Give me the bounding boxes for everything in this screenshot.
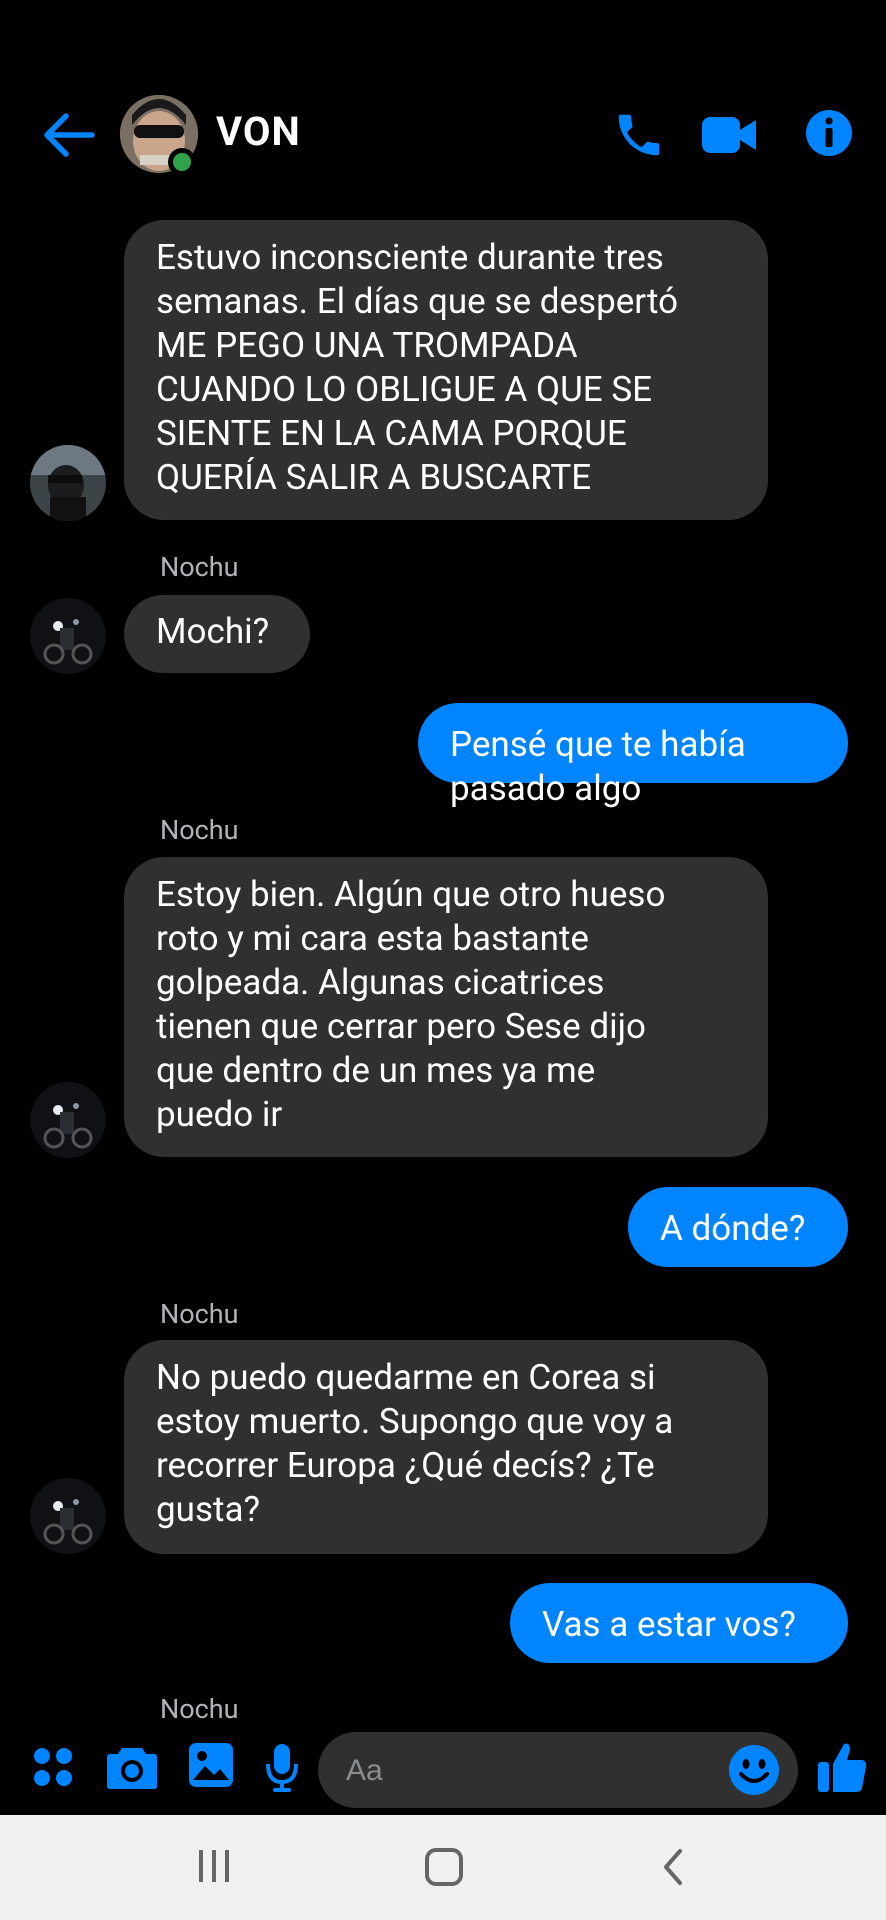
sender-avatar[interactable] [30, 1478, 106, 1554]
back-nav-icon[interactable] [660, 1847, 686, 1887]
arrow-left-icon[interactable] [40, 110, 96, 160]
message-line: CUANDO LO OBLIGUE A QUE SE [156, 369, 653, 410]
message-line: Estuvo inconsciente durante tres [156, 237, 664, 278]
message-line: que dentro de un mes ya me [156, 1050, 596, 1091]
phone-icon[interactable] [612, 108, 666, 162]
video-camera-icon[interactable] [700, 112, 758, 158]
incoming-message-bubble[interactable]: Mochi? [124, 595, 310, 673]
contact-name[interactable]: VON [216, 108, 301, 155]
incoming-message-bubble[interactable]: Estuvo inconsciente durante tres semanas… [124, 220, 768, 520]
smiley-icon[interactable] [728, 1744, 780, 1796]
message-input[interactable] [344, 1732, 708, 1810]
online-status-dot [168, 148, 196, 176]
four-dots-icon[interactable] [32, 1746, 74, 1788]
incoming-message-bubble[interactable]: No puedo quedarme en Corea si estoy muer… [124, 1340, 768, 1554]
microphone-icon[interactable] [264, 1742, 300, 1794]
sender-name: Nochu [160, 814, 239, 846]
sender-name: Nochu [160, 551, 239, 583]
thumbs-up-icon[interactable] [816, 1740, 868, 1794]
system-navigation-bar [0, 1815, 886, 1920]
message-line: A dónde? [660, 1208, 806, 1249]
message-list[interactable]: Estuvo inconsciente durante tres semanas… [0, 0, 886, 1725]
outgoing-message-bubble[interactable]: A dónde? [628, 1187, 848, 1267]
sender-avatar[interactable] [30, 1082, 106, 1158]
message-line: Pensé que te había pasado algo [450, 724, 746, 809]
message-line: semanas. El días que se despertó [156, 281, 679, 322]
incoming-message-bubble[interactable]: Estoy bien. Algún que otro hueso roto y … [124, 857, 768, 1157]
camera-icon[interactable] [106, 1744, 158, 1790]
message-line: Vas a estar vos? [542, 1604, 796, 1645]
message-line: golpeada. Algunas cicatrices [156, 962, 605, 1003]
sender-name: Nochu [160, 1693, 239, 1725]
home-icon[interactable] [424, 1847, 464, 1887]
message-line: No puedo quedarme en Corea si [156, 1357, 656, 1398]
conversation-header: VON [0, 0, 886, 200]
message-line: Mochi? [156, 611, 270, 652]
message-line: Estoy bien. Algún que otro hueso [156, 874, 666, 915]
sender-name: Nochu [160, 1298, 239, 1330]
message-line: roto y mi cara esta bastante [156, 918, 589, 959]
message-line: estoy muerto. Supongo que voy a [156, 1401, 674, 1442]
sender-avatar[interactable] [30, 598, 106, 674]
composer-toolbar [0, 1722, 886, 1814]
message-line: recorrer Europa ¿Qué decís? ¿Te [156, 1445, 655, 1486]
outgoing-message-bubble[interactable]: Pensé que te había pasado algo [418, 703, 848, 809]
message-line: puedo ir [156, 1094, 283, 1135]
info-icon[interactable] [804, 108, 854, 158]
message-line: tienen que cerrar pero Sese dijo [156, 1006, 646, 1047]
message-input-container[interactable] [318, 1732, 798, 1810]
message-line: ME PEGO UNA TROMPADA [156, 325, 578, 366]
message-line: QUERÍA SALIR A BUSCARTE [156, 457, 592, 498]
recent-apps-icon[interactable] [196, 1847, 232, 1885]
sender-avatar[interactable] [30, 445, 106, 521]
message-line: gusta? [156, 1489, 261, 1530]
message-line: SIENTE EN LA CAMA PORQUE [156, 413, 627, 454]
outgoing-message-bubble[interactable]: Vas a estar vos? [510, 1583, 848, 1663]
image-icon[interactable] [188, 1742, 234, 1788]
